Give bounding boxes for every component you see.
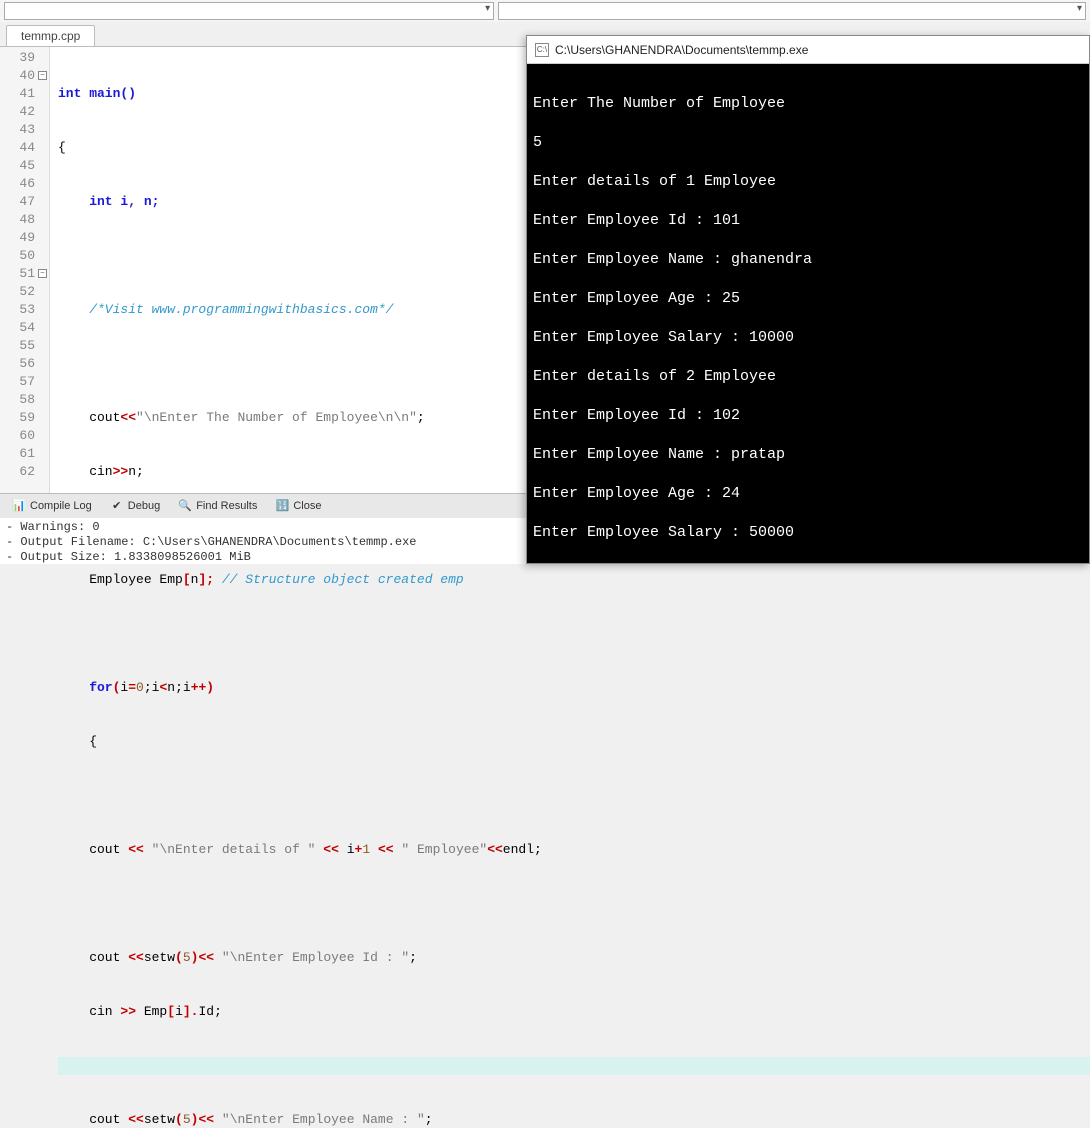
- t: <<: [128, 1112, 144, 1127]
- t: "\nEnter Employee Name : ": [222, 1112, 425, 1127]
- line-gutter: 3940−4142434445464748495051−525354555657…: [0, 47, 50, 500]
- t: [394, 842, 402, 857]
- t: // Structure object created emp: [222, 572, 464, 587]
- t: 5: [183, 950, 191, 965]
- t: ;i: [144, 680, 160, 695]
- t: <<: [378, 842, 394, 857]
- tab-compile-log[interactable]: 📊 Compile Log: [4, 497, 100, 515]
- t: cin: [58, 464, 113, 479]
- t: " Employee": [401, 842, 487, 857]
- t: ): [191, 1112, 199, 1127]
- close-icon: 🔢: [275, 499, 289, 513]
- t: Id;: [198, 1004, 221, 1019]
- t: 5: [183, 1112, 191, 1127]
- fold-toggle[interactable]: −: [38, 71, 47, 80]
- t: ): [206, 680, 214, 695]
- console-icon: C:\: [535, 43, 549, 57]
- t: [315, 842, 323, 857]
- t: [: [167, 1004, 175, 1019]
- t: (: [175, 950, 183, 965]
- t: setw: [144, 1112, 175, 1127]
- console-window[interactable]: C:\ C:\Users\GHANENDRA\Documents\temmp.e…: [526, 35, 1090, 564]
- console-title-text: C:\Users\GHANENDRA\Documents\temmp.exe: [555, 43, 808, 57]
- t: <<: [120, 410, 136, 425]
- t: ].: [183, 1004, 199, 1019]
- bottom-panel: 📊 Compile Log ✔ Debug 🔍 Find Results 🔢 Close…: [0, 493, 526, 564]
- t: n;i: [167, 680, 190, 695]
- find-icon: 🔍: [178, 499, 192, 513]
- t: i: [120, 680, 128, 695]
- t: <<: [198, 950, 214, 965]
- t: <<: [198, 1112, 214, 1127]
- label: Compile Log: [30, 500, 92, 512]
- fold-toggle[interactable]: −: [38, 269, 47, 278]
- t: for: [58, 680, 113, 695]
- label: Find Results: [196, 500, 257, 512]
- label: Debug: [128, 500, 160, 512]
- t: ++: [191, 680, 207, 695]
- t: ): [191, 950, 199, 965]
- t: (: [113, 680, 121, 695]
- t: 1: [362, 842, 370, 857]
- debug-icon: ✔: [110, 499, 124, 513]
- toolbar: [0, 0, 1090, 22]
- t: [214, 1112, 222, 1127]
- code-line: {: [58, 140, 66, 155]
- code-line: int main(): [58, 86, 136, 101]
- t: endl;: [503, 842, 542, 857]
- t: cout: [58, 410, 120, 425]
- bottom-tabs: 📊 Compile Log ✔ Debug 🔍 Find Results 🔢 Close: [0, 494, 526, 518]
- t: cout: [58, 1112, 128, 1127]
- dropdown-1[interactable]: [4, 2, 494, 20]
- t: [370, 842, 378, 857]
- compile-output: - Warnings: 0 - Output Filename: C:\User…: [0, 518, 526, 564]
- t: <<: [487, 842, 503, 857]
- t: <: [159, 680, 167, 695]
- t: <<: [323, 842, 339, 857]
- t: =: [128, 680, 136, 695]
- code-line: int i, n;: [58, 194, 159, 209]
- t: cin: [58, 1004, 120, 1019]
- t: [214, 950, 222, 965]
- t: n;: [128, 464, 144, 479]
- t: cout: [58, 950, 128, 965]
- t: <<: [128, 950, 144, 965]
- t: ];: [198, 572, 221, 587]
- t: >>: [120, 1004, 136, 1019]
- t: i: [339, 842, 355, 857]
- tab-close[interactable]: 🔢 Close: [267, 497, 329, 515]
- t: "\nEnter details of ": [152, 842, 316, 857]
- label: Close: [293, 500, 321, 512]
- console-output: Enter The Number of Employee 5 Enter det…: [527, 64, 1089, 552]
- t: i: [175, 1004, 183, 1019]
- t: >>: [113, 464, 129, 479]
- t: {: [58, 734, 97, 749]
- t: ;: [425, 1112, 433, 1127]
- file-tab[interactable]: temmp.cpp: [6, 25, 95, 46]
- t: n: [191, 572, 199, 587]
- t: [: [183, 572, 191, 587]
- dropdown-2[interactable]: [498, 2, 1086, 20]
- t: Emp: [136, 1004, 167, 1019]
- t: cout: [58, 842, 128, 857]
- t: <<: [128, 842, 144, 857]
- t: setw: [144, 950, 175, 965]
- t: "\nEnter The Number of Employee\n\n": [136, 410, 417, 425]
- tab-find-results[interactable]: 🔍 Find Results: [170, 497, 265, 515]
- t: "\nEnter Employee Id : ": [222, 950, 409, 965]
- t: +: [355, 842, 363, 857]
- console-titlebar[interactable]: C:\ C:\Users\GHANENDRA\Documents\temmp.e…: [527, 36, 1089, 64]
- t: (: [175, 1112, 183, 1127]
- t: ;: [409, 950, 417, 965]
- code-line: /*Visit www.programmingwithbasics.com*/: [58, 302, 393, 317]
- compile-log-icon: 📊: [12, 499, 26, 513]
- t: ;: [417, 410, 425, 425]
- t: [144, 842, 152, 857]
- t: Employee Emp: [58, 572, 183, 587]
- t: 0: [136, 680, 144, 695]
- tab-debug[interactable]: ✔ Debug: [102, 497, 168, 515]
